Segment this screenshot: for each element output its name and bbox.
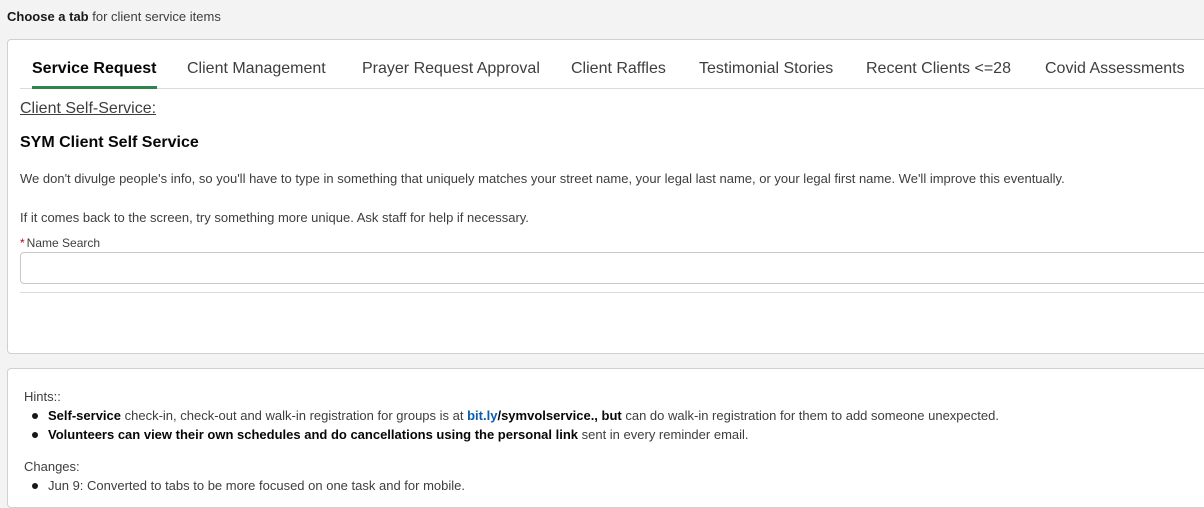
hint-text-rest: can do walk-in registration for them to … [621,408,999,423]
hint-bold-volunteers: Volunteers can view their own schedules … [48,427,578,442]
hint-bold-symvolservice: /symvolservice., but [497,408,622,423]
hints-title: Hints:: [24,389,61,404]
divider [20,292,1204,293]
name-search-label: * Name Search [20,236,100,250]
tabset-card: Service Request Client Management Prayer… [7,39,1204,354]
panel-heading: SYM Client Self Service [20,134,199,151]
hint-text: check-in, check-out and walk-in registra… [121,408,468,423]
tab-service-request[interactable]: Service Request [32,40,157,89]
tab-client-raffles[interactable]: Client Raffles [571,40,666,88]
bitly-link[interactable]: bit.ly [467,408,497,423]
name-search-input[interactable] [20,252,1204,284]
section-link-client-self-service[interactable]: Client Self-Service: [20,100,156,118]
change-item: Jun 9: Converted to tabs to be more focu… [32,478,465,493]
bullet-dot [32,413,38,419]
hint-item-self-service: Self-service check-in, check-out and wal… [32,408,999,423]
tab-client-management[interactable]: Client Management [187,40,326,88]
tab-bar: Service Request Client Management Prayer… [20,40,1204,89]
tab-prayer-request-approval[interactable]: Prayer Request Approval [362,40,540,88]
required-marker: * [20,236,25,250]
tab-covid-assessments[interactable]: Covid Assessments [1045,40,1185,88]
instruction-text-1: We don't divulge people's info, so you'l… [20,171,1065,186]
hint-bold-self-service: Self-service [48,408,121,423]
intro-text: Choose a tab for client service items [7,9,221,24]
hint-item-volunteers: Volunteers can view their own schedules … [32,427,749,442]
tab-testimonial-stories[interactable]: Testimonial Stories [699,40,833,88]
intro-rest: for client service items [88,9,221,24]
bullet-dot [32,483,38,489]
hint-text-volunteers: sent in every reminder email. [578,427,749,442]
bullet-dot [32,432,38,438]
intro-bold: Choose a tab [7,9,89,24]
instruction-text-2: If it comes back to the screen, try some… [20,210,529,225]
tab-recent-clients[interactable]: Recent Clients <=28 [866,40,1011,88]
change-text: Jun 9: Converted to tabs to be more focu… [48,478,465,493]
hints-card: Hints:: Self-service check-in, check-out… [7,368,1204,508]
changes-title: Changes: [24,459,80,474]
name-search-label-text: Name Search [26,236,101,250]
